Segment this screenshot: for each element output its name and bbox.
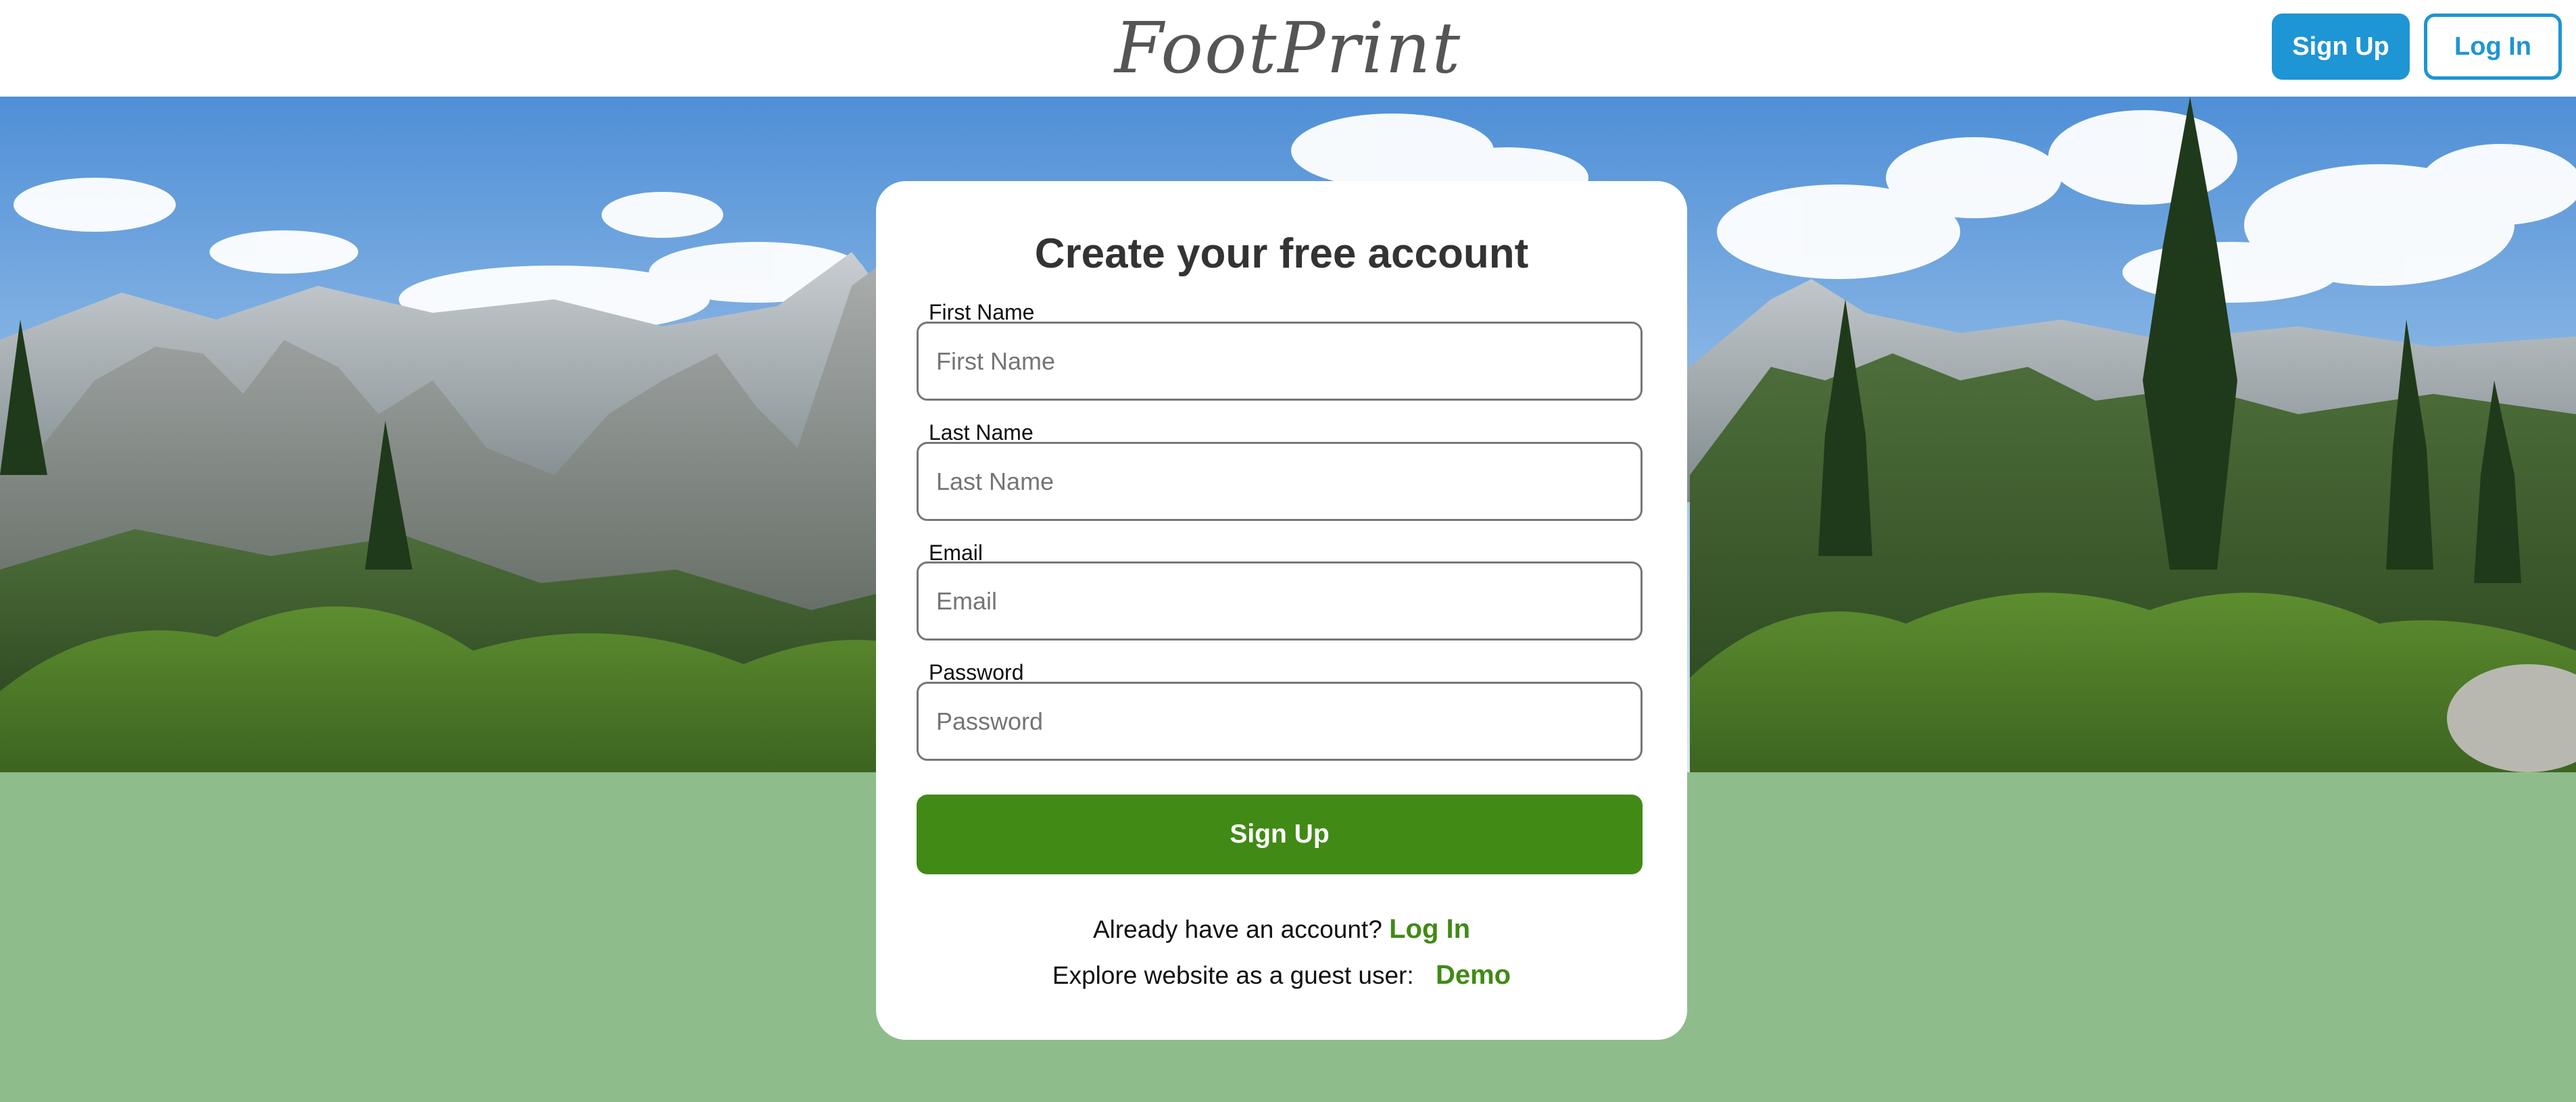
have-account-line: Already have an account? Log In (876, 914, 1687, 945)
first-name-input[interactable] (917, 322, 1643, 401)
signup-submit-button[interactable]: Sign Up (917, 795, 1643, 874)
app-logo[interactable]: FootPrint (0, 0, 2576, 97)
login-link[interactable]: Log In (1389, 914, 1470, 944)
header-signup-button[interactable]: Sign Up (2272, 14, 2410, 80)
last-name-input[interactable] (917, 442, 1643, 521)
guest-text: Explore website as a guest user: (1052, 961, 1414, 989)
form-title: Create your free account (1034, 230, 1529, 277)
email-input[interactable] (917, 561, 1643, 641)
demo-link[interactable]: Demo (1436, 960, 1511, 990)
top-header: FootPrint Sign Up Log In (0, 0, 2576, 97)
password-input[interactable] (917, 682, 1643, 761)
guest-line: Explore website as a guest user: Demo (876, 960, 1687, 991)
signup-card: Create your free account First Name Last… (876, 181, 1687, 1040)
header-login-button[interactable]: Log In (2424, 14, 2562, 80)
have-account-text: Already have an account? (1092, 916, 1382, 943)
